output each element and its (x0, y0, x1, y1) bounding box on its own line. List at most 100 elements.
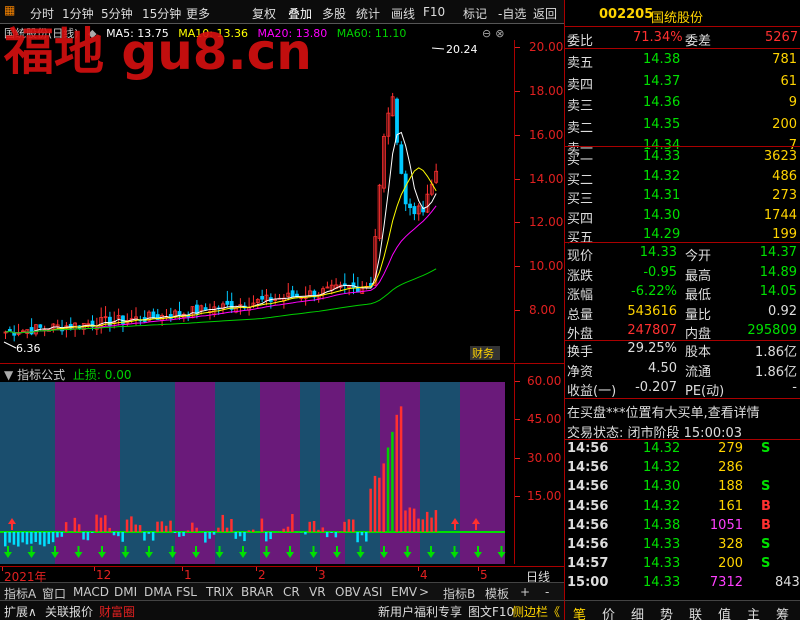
candle (434, 163, 439, 185)
panel-key-0[interactable]: 笔 (573, 604, 586, 620)
indicator-tab-11[interactable]: ASI (363, 585, 382, 599)
indicator-chart[interactable] (0, 382, 514, 564)
toolbar-item-8[interactable]: 统计 (356, 5, 380, 22)
indicator-tab-12[interactable]: EMV (391, 585, 417, 599)
panel-key-6[interactable]: 主 (747, 604, 760, 620)
indicator-bar (195, 527, 198, 532)
panel-key-7[interactable]: 筹 (776, 604, 789, 620)
indicator-bar (117, 532, 120, 537)
indicator-tab-2[interactable]: MACD (73, 585, 109, 599)
toolbar-item-5[interactable]: 复权 (252, 5, 276, 22)
indicator-bar (347, 519, 351, 532)
candle (99, 307, 104, 334)
indicator-bar (360, 532, 364, 536)
toggle-icon[interactable]: ◆ (88, 27, 96, 40)
bottom-left-2[interactable]: 财富圈 (99, 603, 135, 620)
candle (264, 289, 269, 306)
indicator-bar (95, 514, 98, 532)
indicator-tab-10[interactable]: OBV (335, 585, 361, 599)
toolbar-item-0[interactable]: 分时 (30, 5, 54, 22)
indicator-tab-17[interactable]: + (520, 585, 530, 599)
indicator-bar (369, 488, 372, 532)
indicator-tab-7[interactable]: BRAR (241, 585, 274, 599)
wecha-label: 委差 (685, 34, 712, 49)
ask-price: 14.38 (643, 52, 681, 67)
kline-chart[interactable]: 20.24 6.36 财务 (0, 40, 514, 362)
toolbar-item-10[interactable]: F10 (423, 5, 445, 19)
indicator-bar (77, 524, 81, 532)
tick-time: 14:56 (567, 441, 609, 456)
indicator-bar (182, 532, 185, 537)
toolbar-item-9[interactable]: 画线 (391, 5, 415, 22)
tick-volume: 328 (718, 537, 743, 552)
indicator-tick-0: 60.00 (527, 374, 562, 388)
toolbar-item-13[interactable]: 返回 (533, 5, 557, 22)
price-tick-mark (515, 222, 520, 224)
toolbar-item-11[interactable]: 标记 (463, 5, 487, 22)
indicator-bar (265, 532, 268, 542)
indicator-bar (286, 526, 290, 532)
tick-extra: 843 (775, 575, 800, 591)
indicator-tab-4[interactable]: DMA (144, 585, 172, 599)
ask-row: 卖三 14.36 9 (565, 92, 800, 114)
bottom-right-2[interactable]: 侧边栏《 (512, 603, 560, 620)
toolbar-item-3[interactable]: 15分钟 (142, 5, 181, 22)
tick-time: 14:56 (567, 460, 609, 476)
stock-name: 国统股份 (651, 11, 704, 26)
candle (390, 92, 395, 117)
ma60-readout: MA60: 11.10 (336, 27, 407, 40)
bottom-right-0[interactable]: 新用户福利专享 (378, 603, 462, 620)
indicator-tab-18[interactable]: - (545, 585, 549, 599)
toolbar-item-4[interactable]: 更多 (186, 5, 210, 22)
indicator-bar (151, 532, 155, 541)
panel-key-3[interactable]: 势 (660, 604, 673, 620)
indicator-toggle-icon[interactable]: ▼ (4, 368, 13, 382)
indicator-tab-3[interactable]: DMI (114, 585, 137, 599)
bid-volume: 486 (772, 168, 797, 184)
stat-value-2: 14.37 (759, 245, 797, 260)
low-label: 6.36 (16, 342, 41, 355)
bottom-right-1[interactable]: 图文F10 (468, 603, 514, 620)
toolbar-item-7[interactable]: 多股 (322, 5, 346, 22)
ask-price: 14.37 (643, 73, 681, 89)
indicator-tick-2: 30.00 (527, 451, 562, 465)
ask-row: 卖五 14.38 781 (565, 49, 800, 71)
indicator-bar (17, 532, 20, 547)
panel-key-4[interactable]: 联 (689, 604, 702, 620)
panel-key-1[interactable]: 价 (602, 604, 615, 620)
minus-icon[interactable]: ⊖ (482, 27, 491, 40)
indicator-tab-5[interactable]: FSL (176, 585, 197, 599)
indicator-bar (386, 447, 390, 532)
tick-volume: 200 (718, 556, 743, 572)
candle (290, 285, 295, 298)
indicator-bar (334, 532, 338, 538)
indicator-tab-6[interactable]: TRIX (206, 585, 233, 599)
indicator-bar (378, 477, 381, 532)
indicator-bar (164, 525, 168, 532)
close-icon[interactable]: ⊗ (495, 27, 504, 40)
price-tick-mark (515, 134, 520, 136)
toolbar-item-12[interactable]: -自选 (498, 5, 526, 22)
panel-key-5[interactable]: 值 (718, 604, 731, 620)
toolbar-item-6[interactable]: 叠加 (288, 5, 312, 22)
indicator-bar (8, 532, 11, 543)
ask-label: 卖三 (567, 99, 594, 114)
indicator-tab-9[interactable]: VR (309, 585, 326, 599)
ask-volume: 61 (780, 73, 797, 89)
toolbar-item-1[interactable]: 1分钟 (62, 5, 94, 22)
bid-volume: 273 (772, 188, 797, 203)
ask-volume: 781 (772, 52, 797, 67)
indicator-bar (291, 514, 294, 532)
toolbar-item-2[interactable]: 5分钟 (101, 5, 133, 22)
indicator-tab-8[interactable]: CR (283, 585, 300, 599)
indicator-tabs: 指标A 窗口 MACD DMI DMA FSL TRIX BRAR CR VR OBV ASI EMV >… (0, 582, 564, 601)
candle (7, 326, 12, 332)
big-order-notice[interactable]: 在买盘***位置有大买单,查看详情 (565, 399, 800, 421)
ask-volume: 9 (788, 95, 797, 110)
panel-key-2[interactable]: 细 (631, 604, 644, 620)
indicator-tab-13[interactable]: > (419, 585, 429, 599)
bottom-left-0[interactable]: 扩展∧ (4, 603, 37, 620)
indicator-tick-mark (515, 419, 520, 420)
menu-icon[interactable]: ▦ (4, 3, 15, 17)
bottom-left-1[interactable]: 关联报价 (45, 603, 93, 620)
